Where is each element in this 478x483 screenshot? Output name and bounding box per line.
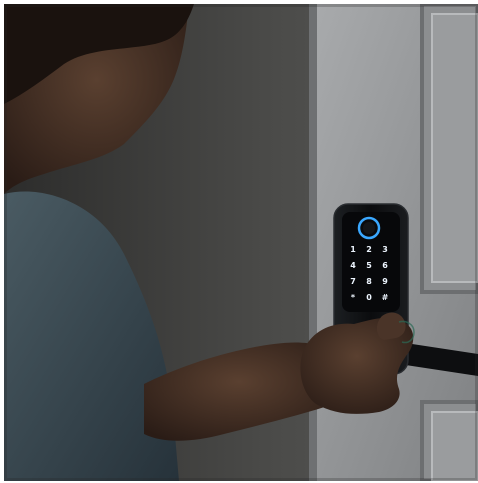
keypad-key[interactable]: 2 [366, 245, 372, 254]
photo-scene: 1 2 3 4 5 6 7 8 9 * 0 # [4, 4, 478, 481]
keypad-key[interactable]: 3 [382, 245, 388, 254]
keypad-key[interactable]: 7 [350, 277, 356, 286]
photo-frame: 1 2 3 4 5 6 7 8 9 * 0 # [4, 4, 478, 481]
keypad-key[interactable]: # [382, 293, 389, 302]
keypad-key[interactable]: 5 [366, 261, 372, 270]
keypad-key[interactable]: 9 [382, 277, 388, 286]
keypad-key[interactable]: 1 [350, 245, 356, 254]
keypad-key[interactable]: 6 [382, 261, 388, 270]
keypad-key[interactable]: 4 [350, 261, 356, 270]
keypad-key[interactable]: 0 [366, 293, 372, 302]
keypad-key[interactable]: 8 [366, 277, 372, 286]
